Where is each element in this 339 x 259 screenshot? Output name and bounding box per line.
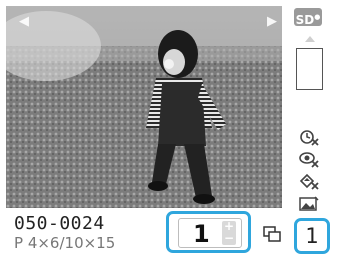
triangle-right-icon[interactable]: ▶: [264, 14, 280, 30]
triangle-left-icon[interactable]: ◀: [16, 14, 32, 30]
photo-image: [6, 6, 282, 208]
copies-value: 1: [193, 220, 210, 248]
face-correction-off-icon: [299, 152, 319, 168]
image-enhance-icon: [299, 196, 319, 211]
print-correction-off-icon: [299, 173, 319, 190]
decrease-icon[interactable]: −: [222, 232, 236, 244]
page-preview-frame: [296, 48, 323, 90]
photo-preview: ◀ ▶: [6, 6, 282, 208]
red-eye-off-icon: [300, 130, 319, 146]
total-prints-value: 1: [305, 224, 319, 248]
image-info: 050-0024 P 4×6/10×15: [14, 213, 164, 255]
sd-card-badge: SD●: [294, 8, 322, 27]
print-preview-screen: ◀ ▶ 050-0024 P 4×6/10×15 1 + − SD● 1: [0, 0, 339, 259]
print-layout-icon[interactable]: [263, 226, 281, 242]
total-prints-box[interactable]: 1: [294, 218, 330, 254]
paper-size: P 4×6/10×15: [14, 234, 116, 252]
copies-field[interactable]: 1 + −: [178, 218, 242, 248]
file-number: 050-0024: [14, 213, 105, 234]
copies-stepper[interactable]: 1 + −: [166, 211, 251, 253]
scroll-up-icon[interactable]: [305, 36, 315, 42]
stepper-control[interactable]: + −: [222, 220, 236, 245]
media-label: SD: [295, 13, 315, 27]
